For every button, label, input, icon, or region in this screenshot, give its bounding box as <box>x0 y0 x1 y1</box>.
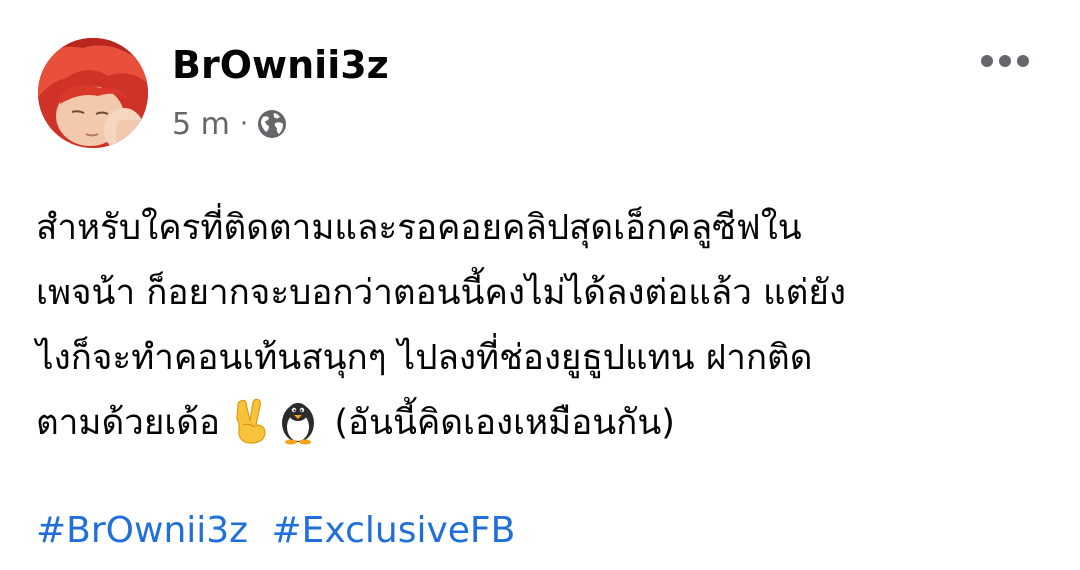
penguin-icon <box>282 403 315 445</box>
more-options-button[interactable] <box>975 44 1035 78</box>
author-name[interactable]: BrOwnii3z <box>172 40 389 90</box>
post-timestamp[interactable]: 5 m <box>172 107 230 142</box>
more-horizontal-icon <box>981 55 1029 67</box>
hashtag-link[interactable]: #ExclusiveFB <box>272 510 516 551</box>
post-meta: 5 m · <box>172 104 288 144</box>
hashtag-link[interactable]: #BrOwnii3z <box>36 510 248 551</box>
globe-icon[interactable] <box>256 108 288 140</box>
post-text-line: สำหรับใครที่ติดตามและรอคอยคลิปสุดเอ็กคลู… <box>36 208 802 248</box>
avatar-image <box>38 38 148 148</box>
victory-hand-icon <box>236 398 266 444</box>
post-text-segment: ตามด้วยเด้อ <box>36 403 221 443</box>
hashtag-list: #BrOwnii3z #ExclusiveFB <box>36 506 527 556</box>
post-text-line: เพจน้า ก็อยากจะบอกว่าตอนนี้คงไม่ได้ลงต่อ… <box>36 273 846 313</box>
facebook-post: BrOwnii3z 5 m · สำหรับใครที่ติดตามและรอค… <box>0 0 1080 570</box>
post-text: สำหรับใครที่ติดตามและรอคอยคลิปสุดเอ็กคลู… <box>36 196 1056 456</box>
post-text-line-last: ตามด้วยเด้อ (อันนี้คิดเองเหมือนกัน) <box>36 391 1056 456</box>
post-text-segment: (อันนี้คิดเองเหมือนกัน) <box>334 403 675 443</box>
meta-separator: · <box>239 109 249 139</box>
avatar[interactable] <box>38 38 148 148</box>
post-text-line: ไงก็จะทำคอนเท้นสนุกๆ ไปลงที่ช่องยูธูปแทน… <box>36 338 813 378</box>
